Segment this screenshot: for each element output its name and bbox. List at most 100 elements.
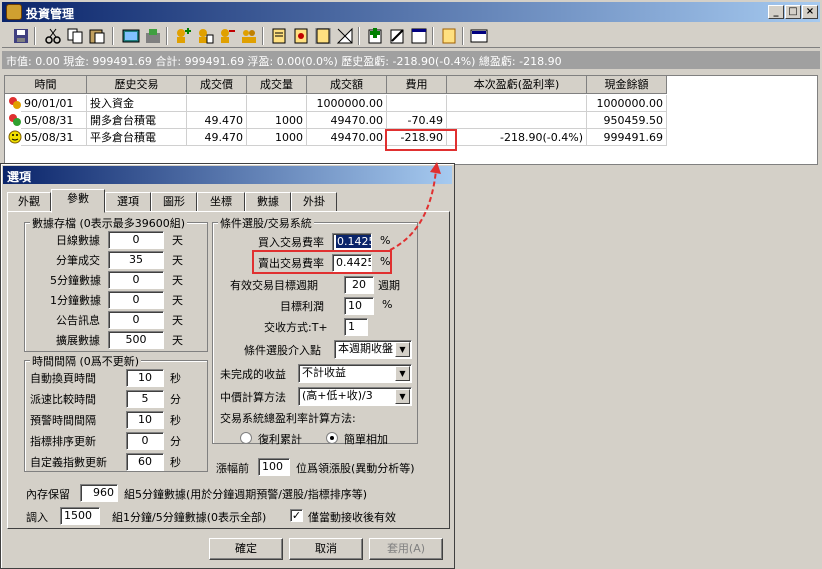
cancel-button[interactable]: 取消 [289,538,363,560]
buy-fee-input[interactable]: 0.1425 [332,233,372,251]
tab-graphics[interactable]: 圖形 [151,192,197,212]
active-only-checkbox[interactable]: ✓ [290,509,303,522]
median-select-value: (高+低+收)/3 [302,389,373,402]
load-input[interactable]: 1500 [60,507,100,525]
save-icon[interactable] [12,27,30,45]
interval-input[interactable]: 5 [126,390,164,408]
edit-icon[interactable] [388,27,406,45]
storage-input[interactable]: 0 [108,291,164,309]
active-only-label[interactable]: 僅當動接收後有效 [308,509,396,525]
col-header-price[interactable]: 成交價 [187,76,247,94]
tab-coordinates[interactable]: 坐標 [197,192,245,212]
tab-plugins[interactable]: 外掛 [291,192,337,212]
settle-label: 交收方式:T+ [264,321,328,334]
chevron-down-icon[interactable]: ▼ [395,342,410,357]
storage-unit: 天 [172,274,183,287]
interval-label: 指標排序更新 [30,435,96,448]
close-button[interactable]: × [802,5,818,19]
cell-trade: 投入資金 [87,95,187,112]
grid-icon[interactable] [470,27,488,45]
tab-data[interactable]: 數據 [245,192,291,212]
simple-label[interactable]: 簡單相加 [344,431,388,447]
window-icon[interactable] [410,27,428,45]
leading-input[interactable]: 100 [258,458,290,476]
col-header-cash[interactable]: 現金餘額 [587,76,667,94]
chevron-down-icon[interactable]: ▼ [395,366,410,381]
interval-unit: 分 [170,435,181,448]
interval-label: 派速比較時間 [30,393,96,406]
user-doc-icon[interactable] [196,27,214,45]
remove-user-icon[interactable] [218,27,236,45]
entry-select[interactable]: 本週期收盤 ▼ [334,340,412,359]
picture-icon[interactable] [122,27,140,45]
copy-icon[interactable] [66,27,84,45]
apply-button[interactable]: 套用(A) [369,538,443,560]
storage-input[interactable]: 0 [108,231,164,249]
storage-input[interactable]: 0 [108,271,164,289]
interval-input[interactable]: 10 [126,369,164,387]
money-icon [9,114,21,126]
sell-fee-highlight-box [252,250,392,274]
tools-icon[interactable] [144,27,162,45]
book3-icon[interactable] [314,27,332,45]
col-header-qty[interactable]: 成交量 [247,76,307,94]
users-icon[interactable] [240,27,258,45]
interval-input[interactable]: 0 [126,432,164,450]
storage-input[interactable]: 500 [108,331,164,349]
interval-unit: 秒 [170,456,181,469]
load-text: 組1分鐘/5分鐘數據(0表示全部) [112,511,267,524]
col-header-amount[interactable]: 成交額 [307,76,387,94]
unfinished-select[interactable]: 不計收益 ▼ [298,364,412,383]
memory-text: 組5分鐘數據(用於分鐘週期預警/選股/指標排序等) [124,488,367,501]
storage-input[interactable]: 35 [108,251,164,269]
settle-input[interactable]: 1 [344,318,368,336]
median-select[interactable]: (高+低+收)/3 ▼ [298,387,412,406]
chevron-down-icon[interactable]: ▼ [395,389,410,404]
paste-icon[interactable] [88,27,106,45]
interval-input[interactable]: 10 [126,411,164,429]
config-icon[interactable] [336,27,354,45]
simple-radio[interactable] [326,432,338,444]
tab-options[interactable]: 選項 [105,192,151,212]
col-header-fee[interactable]: 費用 [387,76,447,94]
profit-label: 目標利潤 [280,300,324,313]
cell-fee: -70.49 [387,112,447,129]
buy-fee-label: 買入交易費率 [258,236,324,249]
maximize-button[interactable]: □ [785,5,801,19]
cell-fee [387,95,447,112]
memory-input[interactable]: 960 [80,484,118,502]
table-row[interactable]: 05/08/31 開多倉台積電 49.470 1000 49470.00 -70… [5,112,819,129]
interval-input[interactable]: 60 [126,453,164,471]
col-header-pnl[interactable]: 本次盈虧(盈利率) [447,76,587,94]
profit-unit: % [382,298,393,311]
book1-icon[interactable] [270,27,288,45]
compound-label[interactable]: 復利累計 [258,431,302,447]
table-row[interactable]: 90/01/01 投入資金 1000000.00 1000000.00 [5,95,819,112]
unfinished-label: 未完成的收益 [220,368,286,381]
cell-pnl: -218.90(-0.4%) [447,129,587,146]
minimize-button[interactable]: _ [768,5,784,19]
interval-unit: 秒 [170,414,181,427]
cell-cash: 1000000.00 [587,95,667,112]
add-icon[interactable] [366,27,384,45]
cell-price [187,95,247,112]
cell-amount: 49470.00 [307,129,387,146]
compound-radio[interactable] [240,432,252,444]
notes-icon[interactable] [440,27,458,45]
add-user-icon[interactable] [174,27,192,45]
storage-unit: 天 [172,334,183,347]
cut-icon[interactable] [44,27,62,45]
interval-label: 自動換頁時間 [30,372,96,385]
book2-icon[interactable] [292,27,310,45]
tab-appearance[interactable]: 外觀 [7,192,51,212]
interval-label: 自定義指數更新 [30,456,107,469]
smiley-icon [8,130,22,144]
ok-button[interactable]: 確定 [209,538,283,560]
col-header-trade[interactable]: 歷史交易 [87,76,187,94]
profit-input[interactable]: 10 [344,297,374,315]
cell-amount: 49470.00 [307,112,387,129]
tab-parameters[interactable]: 參數 [51,189,105,213]
col-header-time[interactable]: 時間 [5,76,87,94]
storage-input[interactable]: 0 [108,311,164,329]
period-input[interactable]: 20 [344,276,374,294]
